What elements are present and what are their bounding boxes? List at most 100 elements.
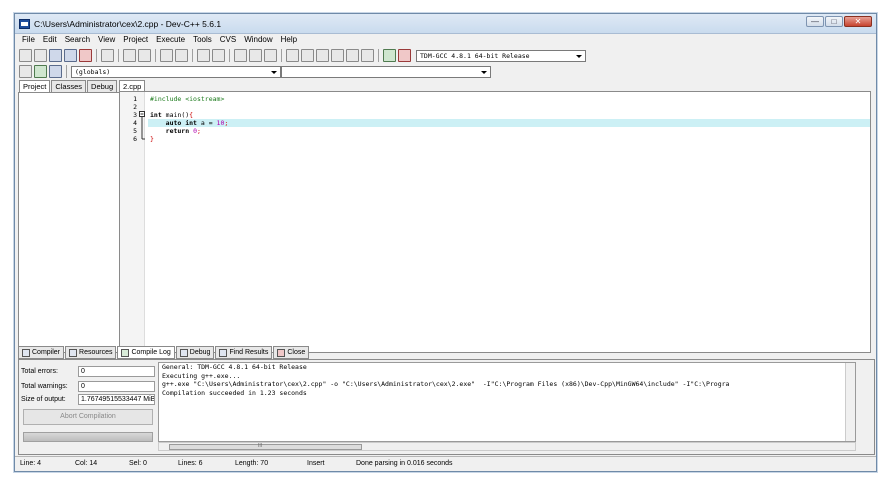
run-icon[interactable] (301, 49, 314, 62)
total-warnings-row: Total warnings: 0 (21, 381, 155, 392)
menu-tools[interactable]: Tools (189, 34, 216, 46)
save-icon[interactable] (49, 49, 62, 62)
compiler-select-value: TDM-GCC 4.8.1 64-bit Release (420, 51, 530, 60)
compile-icon[interactable] (286, 49, 299, 62)
comment-icon[interactable] (264, 49, 277, 62)
menu-search[interactable]: Search (61, 34, 94, 46)
total-errors-row: Total errors: 0 (21, 366, 155, 377)
line-number: 3 (133, 111, 137, 119)
redo-icon[interactable] (138, 49, 151, 62)
output-size-value: 1.76749515533447 MiB (78, 394, 155, 405)
toggle-bookmark-icon[interactable] (212, 49, 225, 62)
tab-resources[interactable]: Resources (65, 346, 117, 359)
log-horizontal-scrollbar[interactable]: III (158, 442, 856, 451)
code-line-5: return 0; (148, 127, 870, 135)
status-mode: Insert (307, 460, 325, 467)
print-icon[interactable] (101, 49, 114, 62)
project-tree-panel[interactable] (18, 92, 121, 353)
class-browser-icon[interactable] (34, 65, 47, 78)
menu-window[interactable]: Window (240, 34, 276, 46)
menu-view[interactable]: View (94, 34, 119, 46)
code-line-3: int main(){ (148, 111, 870, 119)
title-bar[interactable]: C:\Users\Administrator\cex\2.cpp - Dev-C… (15, 14, 876, 34)
replace-icon[interactable] (175, 49, 188, 62)
status-lines: Lines: 6 (178, 460, 203, 467)
menu-file[interactable]: File (18, 34, 39, 46)
compile-progress-bar (23, 432, 153, 442)
menu-execute[interactable]: Execute (152, 34, 189, 46)
unindent-icon[interactable] (249, 49, 262, 62)
line-number: 6 (133, 135, 137, 143)
app-window: C:\Users\Administrator\cex\2.cpp - Dev-C… (14, 13, 877, 472)
tab-compiler[interactable]: Compiler (18, 346, 65, 359)
menu-cvs[interactable]: CVS (216, 34, 240, 46)
insert-icon[interactable] (19, 65, 32, 78)
scrollbar-grip: III (258, 443, 263, 449)
abort-compilation-button[interactable]: Abort Compilation (23, 409, 153, 425)
log-vertical-scrollbar[interactable] (845, 363, 855, 441)
tab-find-results[interactable]: Find Results (215, 346, 273, 359)
rebuild-icon[interactable] (331, 49, 344, 62)
keyword: return (165, 127, 190, 135)
debug-icon[interactable] (398, 49, 411, 62)
tab-debug-output[interactable]: Debug (175, 346, 215, 359)
tab-label: Compiler (32, 348, 61, 356)
fold-marker-icon[interactable] (139, 111, 145, 143)
code-editor[interactable]: 1 2 3 4 5 6 #include <iostream> int main… (119, 91, 871, 353)
log-line: Compilation succeeded in 1.23 seconds (162, 388, 307, 397)
compile-run-icon[interactable] (316, 49, 329, 62)
semicolon: ; (196, 127, 201, 135)
profile-chart-icon[interactable] (383, 49, 396, 62)
devcpp-app-icon (19, 19, 30, 29)
scrollbar-thumb[interactable]: III (169, 443, 362, 450)
tab-close-panel[interactable]: Close (273, 346, 310, 359)
log-line: Executing g++.exe... (162, 371, 241, 380)
tab-debug[interactable]: Debug (87, 80, 118, 92)
syntax-check-icon[interactable] (346, 49, 359, 62)
tab-label: Debug (189, 348, 211, 356)
menu-project[interactable]: Project (119, 34, 152, 46)
output-size-row: Size of output: 1.76749515533447 MiB (21, 394, 155, 405)
tab-classes[interactable]: Classes (51, 80, 87, 92)
total-errors-value: 0 (78, 366, 155, 377)
keyword: auto int (165, 119, 197, 127)
menu-bar: File Edit Search View Project Execute To… (15, 34, 876, 46)
function-select[interactable] (281, 65, 491, 78)
goto-line-icon[interactable] (197, 49, 210, 62)
maximize-button[interactable]: □ (825, 16, 843, 27)
save-all-icon[interactable] (64, 49, 77, 62)
status-col: Col: 14 (75, 460, 98, 467)
close-window-button[interactable]: ✕ (844, 16, 872, 27)
compile-log-output[interactable]: General: TDM-GCC 4.8.1 64-bit Release Ex… (158, 362, 856, 442)
toolbar-separator (118, 49, 119, 62)
tab-compile-log[interactable]: Compile Log (117, 346, 175, 359)
menu-edit[interactable]: Edit (39, 34, 61, 46)
compiler-select[interactable]: TDM-GCC 4.8.1 64-bit Release (416, 49, 586, 62)
close-file-icon[interactable] (79, 49, 92, 62)
scope-select[interactable]: (globals) (71, 65, 281, 78)
minimize-button[interactable]: — (806, 16, 824, 27)
stop-execution-icon[interactable] (361, 49, 374, 62)
brace: } (150, 135, 154, 143)
total-errors-label: Total errors: (21, 368, 58, 375)
tab-label: Close (287, 348, 306, 356)
menu-help[interactable]: Help (277, 34, 301, 46)
project-options-icon[interactable] (49, 65, 62, 78)
new-file-icon[interactable] (19, 49, 32, 62)
undo-icon[interactable] (123, 49, 136, 62)
status-line: Line: 4 (20, 460, 42, 467)
bar-chart-icon (121, 348, 130, 357)
main-toolbar: TDM-GCC 4.8.1 64-bit Release (16, 47, 586, 64)
find-icon[interactable] (160, 49, 173, 62)
status-length: Length: 70 (235, 460, 269, 467)
checkmark-icon (179, 348, 188, 357)
indent-icon[interactable] (234, 49, 247, 62)
open-file-icon[interactable] (34, 49, 47, 62)
total-warnings-label: Total warnings: (21, 383, 68, 390)
keyword: int (150, 111, 162, 119)
line-number: 1 (133, 95, 137, 103)
toolbar-separator (192, 49, 193, 62)
line-number: 4 (133, 119, 137, 127)
